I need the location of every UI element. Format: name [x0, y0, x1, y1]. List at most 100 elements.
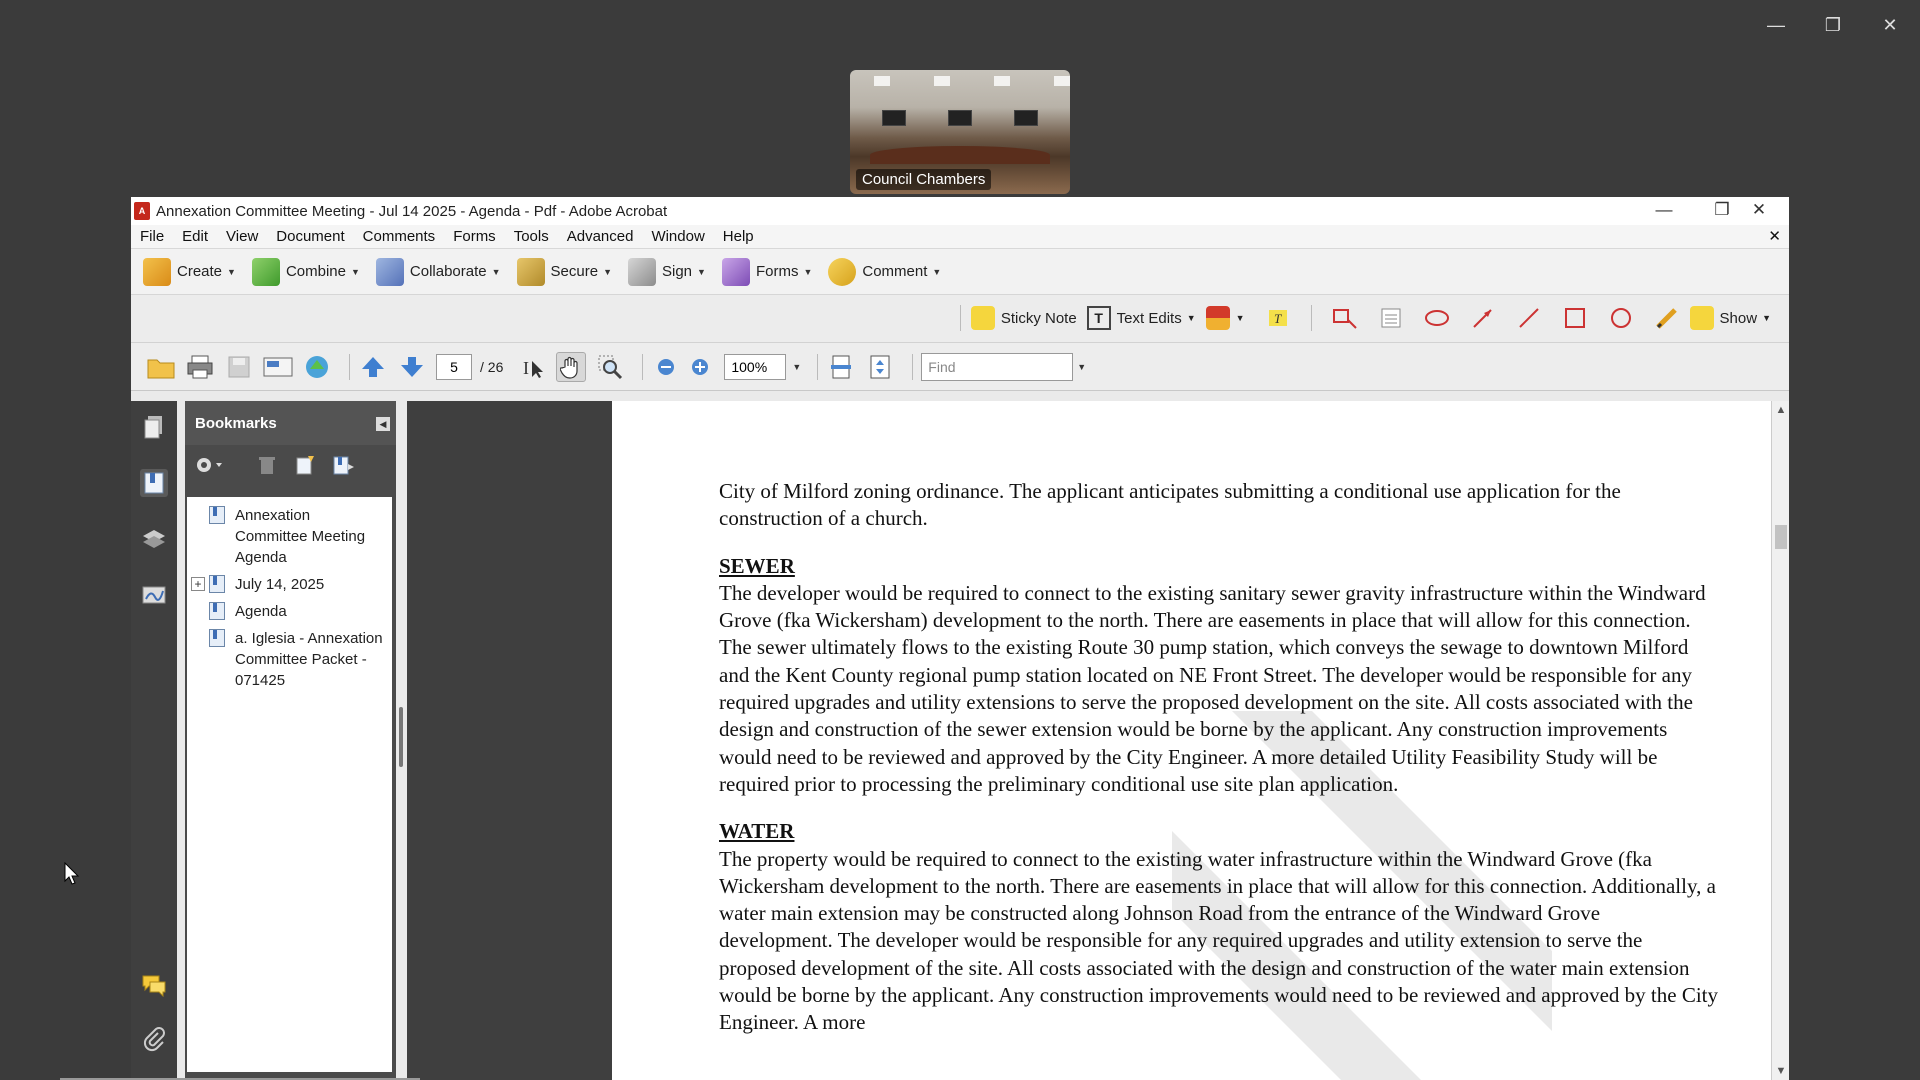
menu-tools[interactable]: Tools: [505, 228, 558, 245]
collaborate-sync-icon[interactable]: [302, 352, 332, 382]
oval-icon[interactable]: [1608, 305, 1634, 331]
menu-document[interactable]: Document: [267, 228, 353, 245]
bookmarks-panel-icon[interactable]: [140, 469, 168, 497]
bookmark-item[interactable]: a. Iglesia - Annexation Committee Packet…: [187, 626, 392, 695]
find-input[interactable]: Find: [921, 352, 1074, 381]
scroll-thumb[interactable]: [1775, 525, 1787, 549]
sticky-note-icon: [970, 306, 995, 330]
vertical-scrollbar[interactable]: ▲ ▼: [1771, 401, 1789, 1080]
outer-minimize-button[interactable]: —: [1756, 10, 1796, 40]
chevron-down-icon: ▼: [1762, 313, 1771, 323]
zoom-dropdown-chevron-icon[interactable]: ▼: [792, 362, 801, 372]
callout-icon[interactable]: [1332, 305, 1358, 331]
intro-paragraph: City of Milford zoning ordinance. The ap…: [719, 479, 1621, 531]
document-text: City of Milford zoning ordinance. The ap…: [719, 478, 1719, 1037]
previous-page-icon[interactable]: [358, 352, 388, 382]
secure-label: Secure: [550, 263, 599, 280]
email-icon[interactable]: [263, 352, 293, 382]
options-gear-icon[interactable]: [193, 453, 227, 477]
show-button[interactable]: Show ▼: [1689, 306, 1771, 330]
outer-close-button[interactable]: ✕: [1870, 10, 1910, 40]
document-viewport[interactable]: City of Milford zoning ordinance. The ap…: [407, 401, 1771, 1080]
zoom-in-icon[interactable]: [685, 352, 715, 382]
show-comments-icon: [1689, 306, 1714, 330]
sticky-note-button[interactable]: Sticky Note: [970, 306, 1077, 330]
delete-bookmark-icon[interactable]: [255, 453, 279, 477]
bookmark-item[interactable]: Annexation Committee Meeting Agenda: [187, 503, 392, 572]
attachments-panel-icon[interactable]: [140, 1025, 168, 1053]
zoom-level-input[interactable]: 100%: [724, 353, 787, 380]
menu-help[interactable]: Help: [714, 228, 763, 245]
menu-advanced[interactable]: Advanced: [558, 228, 643, 245]
print-icon[interactable]: [185, 352, 215, 382]
bookmark-label: Annexation Committee Meeting Agenda: [235, 507, 366, 566]
comments-panel-icon[interactable]: [140, 971, 168, 999]
highlight-text-icon[interactable]: T: [1265, 305, 1291, 331]
room-screen-right: [1014, 110, 1038, 126]
next-page-icon[interactable]: [397, 352, 427, 382]
comment-markup-toolbar: Sticky Note T Text Edits ▼ ▼ T Show ▼: [131, 295, 1789, 343]
menu-edit[interactable]: Edit: [173, 228, 217, 245]
find-dropdown-chevron-icon[interactable]: ▼: [1077, 362, 1086, 372]
new-bookmark-icon[interactable]: [293, 453, 317, 477]
collapse-panel-icon[interactable]: ◀: [376, 417, 390, 431]
chevron-down-icon: ▼: [697, 266, 706, 277]
bookmark-item[interactable]: Agenda: [187, 599, 392, 626]
menu-forms[interactable]: Forms: [444, 228, 505, 245]
scroll-up-icon[interactable]: ▲: [1772, 401, 1790, 419]
stamp-button[interactable]: ▼: [1205, 306, 1245, 330]
menu-view[interactable]: View: [217, 228, 267, 245]
menu-window[interactable]: Window: [642, 228, 713, 245]
text-edits-button[interactable]: T Text Edits ▼: [1086, 306, 1196, 330]
video-thumbnail[interactable]: Council Chambers: [850, 70, 1070, 194]
secure-button[interactable]: Secure ▼: [516, 257, 612, 286]
bookmarks-panel: Bookmarks ◀ Annexation Committee Meeting…: [185, 401, 396, 1080]
forms-button[interactable]: Forms ▼: [721, 257, 812, 286]
room-screen-mid: [948, 110, 972, 126]
comment-button[interactable]: Comment ▼: [828, 257, 942, 286]
fit-page-icon[interactable]: [865, 352, 895, 382]
window-minimize-button[interactable]: —: [1636, 197, 1692, 225]
video-label: Council Chambers: [856, 169, 992, 190]
layers-panel-icon[interactable]: [140, 525, 168, 553]
pages-panel-icon[interactable]: [140, 413, 168, 441]
bookmark-spacer: [191, 508, 205, 522]
expand-bookmark-icon[interactable]: [331, 453, 355, 477]
tasks-toolbar: Create ▼ Combine ▼ Collaborate ▼ Secure ▼ Si…: [131, 249, 1789, 295]
text-edits-icon: T: [1086, 306, 1111, 330]
combine-button[interactable]: Combine ▼: [251, 257, 360, 286]
select-text-icon[interactable]: I: [517, 352, 547, 382]
menu-file[interactable]: File: [131, 228, 173, 245]
save-icon[interactable]: [224, 352, 254, 382]
create-button[interactable]: Create ▼: [143, 257, 236, 286]
lock-icon: [516, 257, 545, 286]
text-box-icon[interactable]: [1378, 305, 1404, 331]
line-icon[interactable]: [1516, 305, 1542, 331]
fit-width-icon[interactable]: [826, 352, 856, 382]
scroll-down-icon[interactable]: ▼: [1772, 1062, 1790, 1080]
sign-label: Sign: [662, 263, 693, 280]
pencil-icon[interactable]: [1654, 305, 1680, 331]
bookmark-item[interactable]: + July 14, 2025: [187, 572, 392, 599]
expand-plus-icon[interactable]: +: [191, 577, 205, 591]
open-folder-icon[interactable]: [146, 352, 176, 382]
comment-icon: [828, 257, 857, 286]
council-desk: [870, 146, 1050, 164]
outer-restore-button[interactable]: ❐: [1813, 10, 1853, 40]
rectangle-icon[interactable]: [1562, 305, 1588, 331]
zoom-out-icon[interactable]: [651, 352, 681, 382]
current-page-input[interactable]: 5: [436, 353, 472, 380]
arrow-icon[interactable]: [1470, 305, 1496, 331]
hand-tool-icon[interactable]: [556, 351, 587, 382]
window-close-button[interactable]: ✕: [1731, 197, 1787, 225]
chevron-down-icon: ▼: [932, 266, 942, 277]
sign-button[interactable]: Sign ▼: [628, 257, 706, 286]
panel-splitter-handle[interactable]: [399, 707, 403, 767]
marquee-zoom-icon[interactable]: [595, 352, 625, 382]
collaborate-button[interactable]: Collaborate ▼: [375, 257, 501, 286]
cloud-icon[interactable]: [1424, 305, 1450, 331]
signatures-panel-icon[interactable]: [140, 581, 168, 609]
close-document-button[interactable]: ✕: [1768, 227, 1781, 245]
bookmark-icon: [209, 602, 225, 620]
menu-comments[interactable]: Comments: [354, 228, 445, 245]
